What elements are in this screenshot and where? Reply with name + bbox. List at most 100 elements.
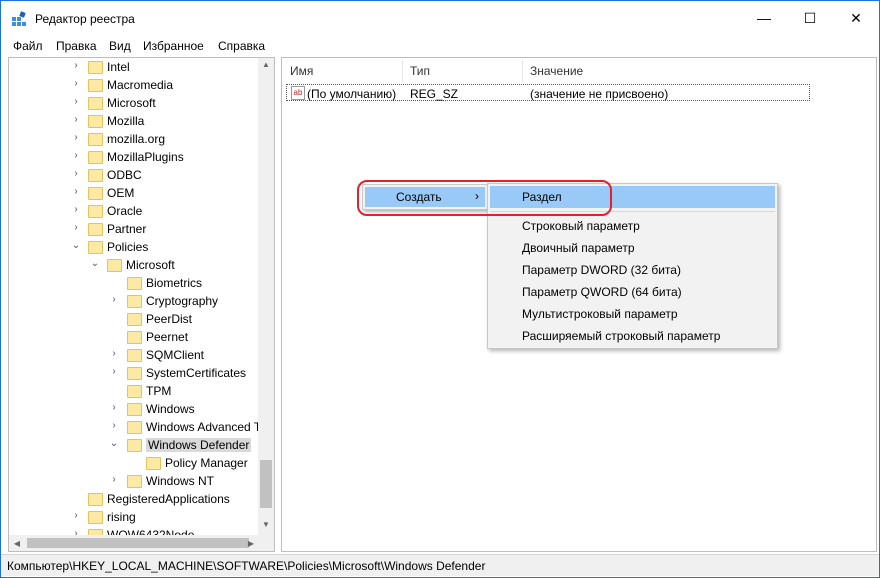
registry-tree[interactable]: Intel › Macromedia › Microsoft › Mozilla › mozil…: [8, 57, 275, 552]
collapse-chevron-icon[interactable]: ⌄: [109, 438, 119, 449]
tree-node-label: PeerDist: [146, 312, 193, 326]
tree-vertical-scrollbar[interactable]: ▲ ▼: [258, 58, 274, 536]
menu-file[interactable]: Файл: [13, 39, 43, 53]
folder-icon: [88, 240, 103, 254]
tree-node-label: OEM: [107, 186, 135, 200]
folder-icon: [88, 222, 103, 236]
expand-chevron-icon[interactable]: ›: [109, 348, 119, 359]
tree-node[interactable]: Policy Manager: [146, 454, 248, 472]
folder-icon: [88, 510, 103, 524]
folder-icon: [127, 438, 142, 452]
tree-node[interactable]: RegisteredApplications: [88, 490, 230, 508]
tree-node[interactable]: TPM: [127, 382, 171, 400]
expand-chevron-icon[interactable]: ›: [71, 114, 81, 125]
folder-icon: [127, 384, 142, 398]
tree-node[interactable]: Mozilla: [88, 112, 144, 130]
expand-chevron-icon[interactable]: ›: [71, 78, 81, 89]
column-divider[interactable]: [522, 60, 523, 82]
expand-chevron-icon[interactable]: ›: [109, 294, 119, 305]
column-header-value[interactable]: Значение: [530, 64, 583, 78]
tree-vertical-scroll-thumb[interactable]: [260, 460, 272, 508]
minimize-button[interactable]: —: [741, 1, 787, 35]
expand-chevron-icon[interactable]: ›: [109, 402, 119, 413]
expand-chevron-icon[interactable]: ›: [71, 222, 81, 233]
tree-node[interactable]: Cryptography: [127, 292, 218, 310]
tree-node[interactable]: ODBC: [88, 166, 142, 184]
expand-chevron-icon[interactable]: ›: [71, 168, 81, 179]
tree-node[interactable]: Partner: [88, 220, 146, 238]
expand-chevron-icon[interactable]: ›: [109, 474, 119, 485]
tree-node[interactable]: OEM: [88, 184, 134, 202]
expand-chevron-icon[interactable]: ›: [71, 204, 81, 215]
tree-node[interactable]: Microsoft: [88, 94, 156, 112]
menu-help[interactable]: Справка: [218, 39, 265, 53]
expand-chevron-icon[interactable]: ›: [71, 186, 81, 197]
value-name: (По умолчанию): [307, 87, 397, 101]
menu-favorites[interactable]: Избранное: [143, 39, 204, 53]
tree-node[interactable]: Oracle: [88, 202, 142, 220]
folder-icon: [127, 276, 142, 290]
tree-node[interactable]: Biometrics: [127, 274, 202, 292]
tree-horizontal-scrollbar[interactable]: ◀ ▶: [9, 535, 259, 551]
tree-node-label: TPM: [146, 384, 172, 398]
menu-item-qword-value[interactable]: Параметр QWORD (64 бита): [522, 285, 682, 299]
tree-node[interactable]: Windows NT: [127, 472, 214, 490]
scroll-up-arrow-icon[interactable]: ▲: [258, 60, 274, 69]
tree-node[interactable]: rising: [88, 508, 136, 526]
tree-node[interactable]: Intel: [88, 58, 130, 76]
folder-icon: [127, 294, 142, 308]
value-row-default[interactable]: ab (По умолчанию) REG_SZ (значение не пр…: [286, 84, 810, 101]
scroll-right-arrow-icon[interactable]: ▶: [243, 539, 259, 548]
folder-icon: [88, 96, 103, 110]
scroll-down-arrow-icon[interactable]: ▼: [258, 520, 274, 529]
tree-node[interactable]: Windows Defender: [127, 436, 252, 454]
column-header-type[interactable]: Тип: [410, 64, 430, 78]
tree-node-label: MozillaPlugins: [107, 150, 184, 164]
expand-chevron-icon[interactable]: ›: [109, 366, 119, 377]
collapse-chevron-icon[interactable]: ⌄: [71, 240, 81, 251]
tree-node[interactable]: Macromedia: [88, 76, 173, 94]
folder-icon: [107, 258, 122, 272]
tree-node-label: mozilla.org: [107, 132, 166, 146]
menu-item-multistring-value[interactable]: Мультистроковый параметр: [522, 307, 678, 321]
folder-icon: [127, 402, 142, 416]
tree-node[interactable]: PeerDist: [127, 310, 192, 328]
tree-node-label: RegisteredApplications: [107, 492, 230, 506]
menu-item-string-value[interactable]: Строковый параметр: [522, 219, 640, 233]
column-header-name[interactable]: Имя: [290, 64, 313, 78]
tree-node-label: Biometrics: [146, 276, 203, 290]
expand-chevron-icon[interactable]: ›: [71, 150, 81, 161]
menu-view[interactable]: Вид: [109, 39, 131, 53]
tree-node[interactable]: Microsoft: [107, 256, 175, 274]
tree-node[interactable]: MozillaPlugins: [88, 148, 184, 166]
menu-item-dword-value[interactable]: Параметр DWORD (32 бита): [522, 263, 681, 277]
folder-icon: [88, 78, 103, 92]
tree-node[interactable]: mozilla.org: [88, 130, 165, 148]
expand-chevron-icon[interactable]: ›: [71, 60, 81, 71]
tree-node[interactable]: Windows: [127, 400, 195, 418]
tree-node[interactable]: SystemCertificates: [127, 364, 246, 382]
tree-horizontal-scroll-thumb[interactable]: [27, 538, 249, 548]
tree-node-label: Mozilla: [107, 114, 145, 128]
menu-edit[interactable]: Правка: [56, 39, 97, 53]
window-title: Редактор реестра: [35, 12, 135, 26]
tree-node-label: Macromedia: [107, 78, 174, 92]
folder-icon: [127, 366, 142, 380]
expand-chevron-icon[interactable]: ›: [71, 96, 81, 107]
column-divider[interactable]: [402, 60, 403, 82]
expand-chevron-icon[interactable]: ›: [71, 132, 81, 143]
tree-node-label: Partner: [107, 222, 147, 236]
tree-node-label: Windows: [146, 402, 195, 416]
tree-node[interactable]: Peernet: [127, 328, 188, 346]
tree-node[interactable]: SQMClient: [127, 346, 204, 364]
maximize-button[interactable]: ☐: [787, 1, 833, 35]
expand-chevron-icon[interactable]: ›: [71, 510, 81, 521]
tree-node[interactable]: Policies: [88, 238, 148, 256]
tree-node[interactable]: Windows Advanced T: [127, 418, 259, 436]
collapse-chevron-icon[interactable]: ⌄: [90, 258, 100, 269]
menu-item-expandable-string-value[interactable]: Расширяемый строковый параметр: [522, 329, 720, 343]
menu-item-binary-value[interactable]: Двоичный параметр: [522, 241, 635, 255]
scroll-left-arrow-icon[interactable]: ◀: [9, 539, 25, 548]
close-button[interactable]: ✕: [833, 1, 879, 35]
expand-chevron-icon[interactable]: ›: [109, 420, 119, 431]
